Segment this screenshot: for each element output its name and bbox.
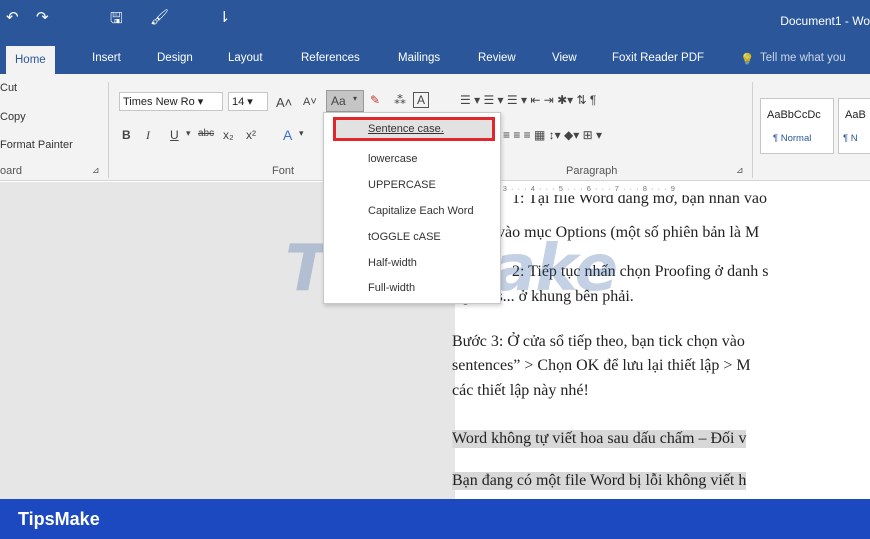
document-title: Document1 - Wo — [780, 14, 870, 28]
text-effects-button[interactable]: A — [283, 127, 292, 143]
menu-item-sentence-case[interactable]: Sentence case. — [368, 123, 444, 135]
bold-button[interactable]: B — [122, 128, 131, 142]
chevron-down-icon: ▾ — [194, 96, 204, 108]
chevron-down-icon[interactable]: ▾ — [186, 128, 191, 139]
format-painter-qa-icon[interactable]: 🖌 — [150, 8, 169, 26]
font-size-value: 14 — [232, 96, 245, 108]
paragraph-row-2-icons[interactable]: ≡ ≡ ≡ ▦ ↕▾ ◆▾ ⊞ ▾ — [503, 128, 602, 142]
subscript-button[interactable]: x₂ — [223, 128, 234, 142]
tab-layout[interactable]: Layout — [228, 52, 263, 64]
menu-item-capitalize-each-word[interactable]: Capitalize Each Word — [368, 205, 474, 217]
style-name: ¶ Normal — [773, 133, 812, 144]
doc-line-8[interactable]: Word không tự viết hoa sau dấu chấm – Đố… — [452, 430, 747, 448]
chevron-down-icon: ▾ — [244, 96, 253, 108]
clipboard-group-label: oard — [0, 165, 23, 177]
menu-item-full-width[interactable]: Full-width — [368, 282, 415, 294]
footer-banner — [0, 499, 870, 539]
lightbulb-icon[interactable]: 💡 — [740, 52, 754, 66]
dialog-launcher-icon[interactable]: ⊿ — [736, 165, 744, 176]
change-case-label: Aa — [331, 94, 346, 108]
dialog-launcher-icon[interactable]: ⊿ — [92, 165, 100, 176]
font-group-label: Font — [272, 165, 295, 177]
tab-review[interactable]: Review — [478, 52, 516, 64]
copy-button[interactable]: Copy — [0, 111, 26, 123]
group-divider — [752, 82, 753, 178]
doc-line-6[interactable]: sentences” > Chọn OK để lưu lại thiết lậ… — [452, 357, 751, 375]
menu-item-lowercase[interactable]: lowercase — [368, 153, 418, 165]
menu-item-uppercase[interactable]: UPPERCASE — [368, 179, 436, 191]
font-size-combo[interactable]: 14 ▾ — [228, 92, 268, 111]
paragraph-row-1-icons[interactable]: ☰ ▾ ☰ ▾ ☰ ▾ ⇤ ⇥ ✱▾ ⇅ ¶ — [460, 93, 596, 107]
paragraph-group-label: Paragraph — [566, 165, 618, 177]
undo-icon[interactable]: ↶ — [6, 8, 19, 26]
horizontal-ruler[interactable]: · · · 2 · · · 3 · · · 4 · · · 5 · · · 6 … — [455, 182, 870, 196]
tell-me-search[interactable]: Tell me what you — [760, 52, 846, 64]
style-no-spacing[interactable]: AaB ¶ N — [838, 98, 870, 154]
style-name: ¶ N — [843, 133, 858, 144]
shrink-font-button[interactable]: A˅ — [303, 96, 317, 108]
chevron-down-icon[interactable]: ▾ — [299, 128, 304, 139]
tab-mailings[interactable]: Mailings — [398, 52, 440, 64]
underline-button[interactable]: U — [170, 128, 179, 142]
clear-formatting-icon[interactable]: ✎ — [370, 93, 380, 107]
tab-foxit-reader-pdf[interactable]: Foxit Reader PDF — [612, 52, 704, 64]
phonetic-guide-icon[interactable]: ⁂ — [394, 93, 406, 107]
cut-button[interactable]: Cut — [0, 82, 17, 94]
blank-region — [660, 379, 870, 409]
italic-button[interactable]: I — [146, 128, 150, 143]
title-bar — [0, 0, 870, 44]
superscript-button[interactable]: x² — [246, 128, 256, 142]
menu-item-half-width[interactable]: Half-width — [368, 257, 417, 269]
tab-home[interactable]: Home — [6, 46, 55, 74]
group-divider — [108, 82, 109, 178]
doc-line-9[interactable]: Bạn đang có một file Word bị lỗi không v… — [452, 472, 747, 490]
character-border-icon[interactable]: A — [413, 92, 430, 108]
tab-view[interactable]: View — [552, 52, 577, 64]
doc-line-1[interactable]: 1: Tại file Word đang mở, bạn nhấn vào — [512, 195, 767, 209]
tab-insert[interactable]: Insert — [92, 52, 121, 64]
doc-line-5[interactable]: Bước 3: Ở cửa sổ tiếp theo, bạn tick chọ… — [452, 333, 745, 351]
tab-design[interactable]: Design — [157, 52, 193, 64]
tab-references[interactable]: References — [301, 52, 360, 64]
style-normal[interactable]: AaBbCcDc ¶ Normal — [760, 98, 834, 154]
style-sample: AaB — [845, 109, 866, 121]
font-name-combo[interactable]: Times New Ro ▾ — [119, 92, 223, 111]
menu-item-toggle-case[interactable]: tOGGLE cASE — [368, 231, 441, 243]
doc-line-7[interactable]: các thiết lập này nhé! — [452, 382, 589, 400]
change-case-button[interactable]: Aa ▾ — [326, 90, 364, 112]
save-icon[interactable]: 🖫 — [110, 8, 123, 33]
doc-line-1-text: 1: Tại file Word đang mở, bạn nhấn vào — [512, 195, 767, 207]
style-sample: AaBbCcDc — [767, 109, 821, 121]
format-painter-button[interactable]: Format Painter — [0, 139, 73, 151]
font-name-value: Times New Ro — [123, 96, 195, 108]
footer-brand: TipsMake — [18, 509, 100, 529]
customize-qa-icon[interactable]: ⇂ — [218, 8, 231, 26]
strikethrough-button[interactable]: abc — [198, 128, 214, 139]
redo-icon[interactable]: ↷ — [36, 8, 49, 26]
grow-font-button[interactable]: A˄ — [276, 95, 292, 110]
blank-region — [722, 283, 870, 313]
chevron-down-icon: ▾ — [353, 94, 358, 103]
